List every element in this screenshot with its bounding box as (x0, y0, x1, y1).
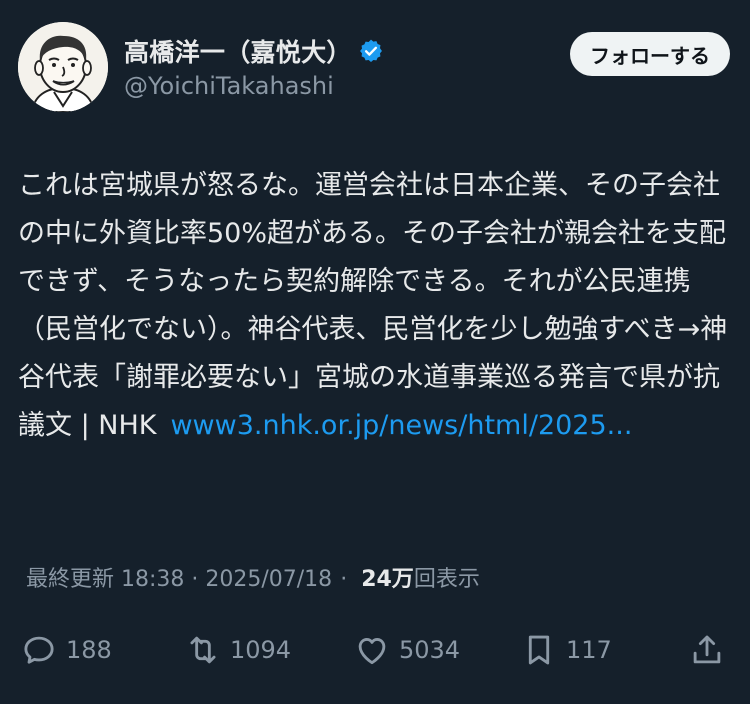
post-link[interactable]: www3.nhk.or.jp/news/html/2025... (170, 410, 632, 441)
bookmark-count: 117 (566, 636, 612, 664)
share-button[interactable] (688, 628, 734, 672)
reply-button[interactable]: 188 (20, 628, 112, 672)
reply-count: 188 (66, 636, 112, 664)
reply-icon (24, 636, 54, 664)
action-bar: 188 1094 5034 117 (20, 628, 732, 672)
meta-separator: · (340, 567, 348, 592)
post-body-text: これは宮城県が怒るな。運営会社は日本企業、その子会社の中に外資比率50%超がある… (18, 170, 728, 441)
post-text: これは宮城県が怒るな。運営会社は日本企業、その子会社の中に外資比率50%超がある… (18, 162, 734, 450)
author-handle[interactable]: @YoichiTakahashi (124, 72, 384, 100)
verified-badge-icon (359, 39, 382, 62)
repost-icon (190, 636, 216, 664)
author-names: 高橋洋一（嘉悦大） @YoichiTakahashi (124, 34, 384, 100)
display-name-row: 高橋洋一（嘉悦大） (124, 34, 384, 68)
follow-button[interactable]: フォローする (570, 32, 730, 76)
author-avatar[interactable] (18, 22, 108, 112)
share-icon (693, 635, 721, 664)
post-timestamp[interactable]: 最終更新 18:38 · 2025/07/18 (26, 561, 332, 593)
avatar-caricature-icon (18, 22, 108, 112)
author-display-name[interactable]: 高橋洋一（嘉悦大） (124, 33, 352, 69)
like-button[interactable]: 5034 (353, 628, 460, 672)
bookmark-icon (528, 635, 550, 665)
repost-count: 1094 (230, 636, 292, 664)
post-header: 高橋洋一（嘉悦大） @YoichiTakahashi フォローする (18, 22, 730, 118)
views-label: 回表示 (413, 567, 480, 592)
heart-icon (358, 637, 386, 665)
views-count: 24万 (361, 567, 414, 592)
post-meta: 最終更新 18:38 · 2025/07/18 · 24万 回表示 (26, 561, 480, 593)
bookmark-button[interactable]: 117 (520, 628, 612, 672)
repost-button[interactable]: 1094 (184, 628, 291, 672)
like-count: 5034 (399, 636, 461, 664)
